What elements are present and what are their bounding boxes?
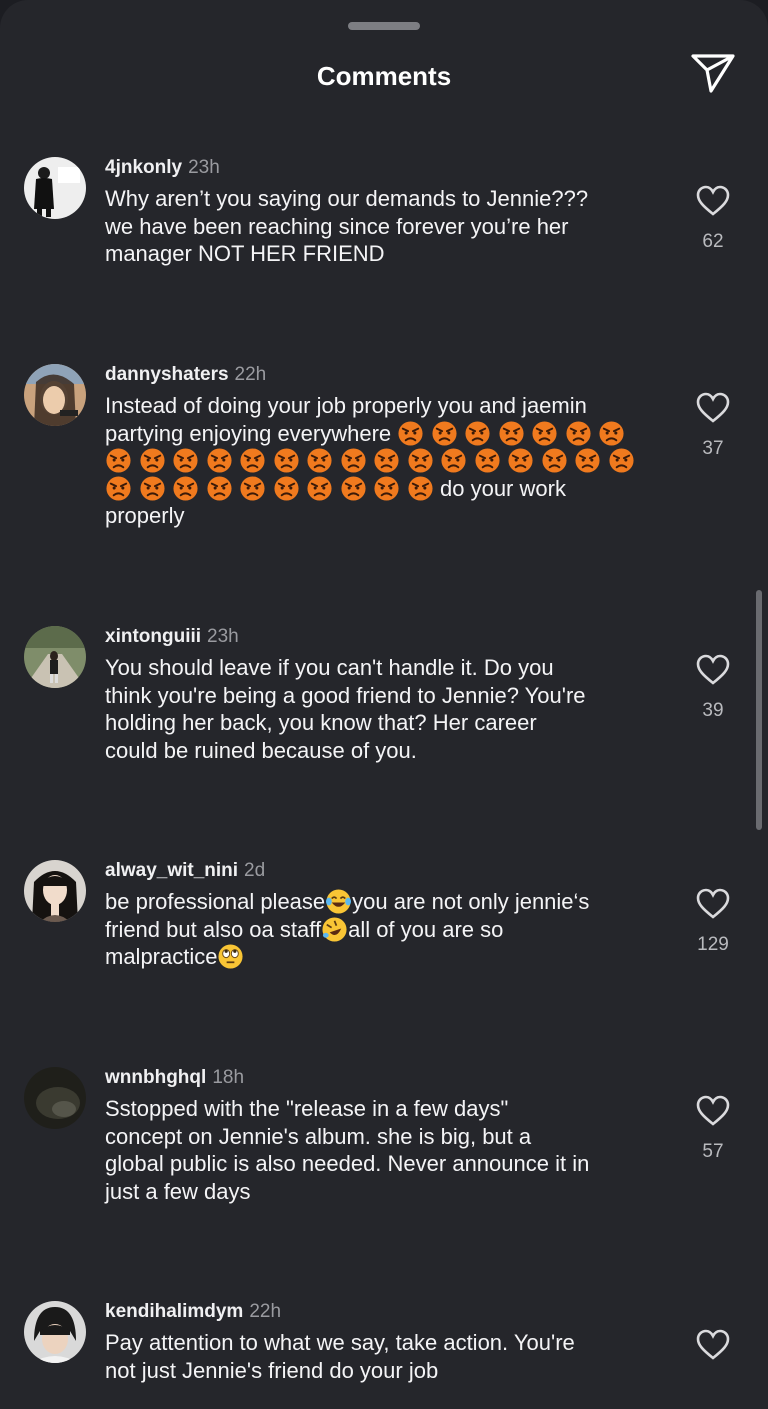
angry-face-emoji: [139, 475, 165, 501]
angry-face-emoji: [532, 420, 557, 446]
comment-text: Pay attention to what we say, take actio…: [105, 1330, 575, 1383]
timestamp: 23h: [188, 157, 220, 178]
comment-text: Why aren’t you saying our demands to Jen…: [105, 186, 589, 266]
angry-face-emoji: [273, 448, 299, 473]
comment-meta: xintonguiii 23h: [105, 624, 239, 650]
angry-face-emoji: [240, 475, 265, 501]
avatar[interactable]: [24, 860, 86, 922]
angry-face-emoji: [106, 475, 131, 501]
heart-icon[interactable]: [696, 392, 730, 424]
comment-meta: dannyshaters 22h: [105, 362, 266, 388]
angry-face-emoji: [541, 448, 567, 473]
timestamp: 22h: [234, 364, 267, 385]
scrollbar[interactable]: [756, 590, 762, 830]
page-title: Comments: [316, 61, 452, 91]
username[interactable]: kendihalimdym: [105, 1301, 243, 1322]
angry-face-emoji: [474, 448, 500, 473]
angry-face-emoji: [374, 448, 399, 473]
angry-face-emoji: [374, 475, 399, 501]
angry-face-emoji: [566, 420, 591, 446]
angry-face-emoji: [307, 448, 332, 473]
drag-handle[interactable]: [348, 22, 420, 30]
like-count: 37: [702, 438, 724, 459]
heart-icon[interactable]: [696, 1095, 730, 1127]
username[interactable]: xintonguiii: [105, 626, 201, 647]
paper-plane-icon[interactable]: [690, 52, 736, 94]
comment-text-part: be professional please: [105, 889, 326, 914]
timestamp: 23h: [207, 626, 239, 647]
list-clip: [0, 1384, 768, 1409]
like-count: 57: [702, 1141, 724, 1162]
heart-icon[interactable]: [696, 1329, 730, 1361]
like-count: 129: [697, 934, 729, 955]
angry-face-emoji: [465, 420, 490, 446]
timestamp: 2d: [244, 860, 266, 881]
username[interactable]: dannyshaters: [105, 364, 229, 385]
angry-face-emoji: [206, 475, 232, 501]
angry-face-emoji: [608, 448, 634, 473]
comment-text: Sstopped with the "release in a few days…: [105, 1096, 590, 1204]
username[interactable]: 4jnkonly: [105, 157, 182, 178]
rolling-laughing-emoji: [322, 916, 347, 942]
angry-face-emoji: [139, 448, 165, 473]
heart-icon[interactable]: [696, 185, 730, 217]
angry-face-emoji: [441, 448, 466, 473]
avatar[interactable]: [24, 626, 86, 688]
comment-text: You should leave if you can't handle it.…: [105, 655, 586, 763]
angry-face-emoji: [273, 475, 299, 501]
eye-roll-emoji: [218, 944, 244, 969]
username[interactable]: wnnbhghql: [105, 1067, 206, 1088]
angry-face-emoji: [340, 448, 366, 473]
angry-face-emoji: [499, 420, 524, 446]
username[interactable]: alway_wit_nini: [105, 860, 238, 881]
angry-face-emoji: [240, 448, 265, 473]
avatar[interactable]: [24, 157, 86, 219]
angry-face-emoji: [407, 475, 433, 501]
tears-of-joy-emoji: [326, 889, 352, 914]
angry-face-emoji: [599, 420, 624, 446]
heart-icon[interactable]: [696, 888, 730, 920]
angry-face-emoji: [173, 448, 198, 473]
comment-meta: kendihalimdym 22h: [105, 1299, 281, 1325]
angry-face-emoji: [432, 420, 457, 446]
angry-face-emoji: [206, 448, 232, 473]
angry-face-emoji: [340, 475, 366, 501]
timestamp: 22h: [249, 1301, 282, 1322]
angry-face-emoji: [407, 448, 433, 473]
comment-meta: 4jnkonly 23h: [105, 155, 220, 181]
heart-icon[interactable]: [696, 654, 730, 686]
comment-meta: wnnbhghql 18h: [105, 1065, 244, 1091]
angry-face-emoji: [508, 448, 533, 473]
avatar[interactable]: [24, 1301, 86, 1363]
comment-meta: alway_wit_nini 2d: [105, 858, 265, 884]
angry-face-emoji: [106, 448, 131, 473]
comments-sheet: Comments 4jnkonly 23h Why aren’t you sayi…: [0, 0, 768, 1409]
timestamp: 18h: [212, 1067, 245, 1088]
angry-face-emoji: [575, 448, 600, 473]
angry-face-emoji: [398, 420, 423, 446]
angry-face-emoji: [173, 475, 198, 501]
like-count: 39: [702, 700, 724, 721]
comment-text: be professional please you are not only …: [105, 888, 665, 971]
like-count: 62: [702, 231, 724, 252]
avatar[interactable]: [24, 364, 86, 426]
avatar[interactable]: [24, 1067, 86, 1129]
comment-text: Instead of doing your job properly you a…: [105, 392, 665, 530]
angry-face-emoji: [307, 475, 332, 501]
